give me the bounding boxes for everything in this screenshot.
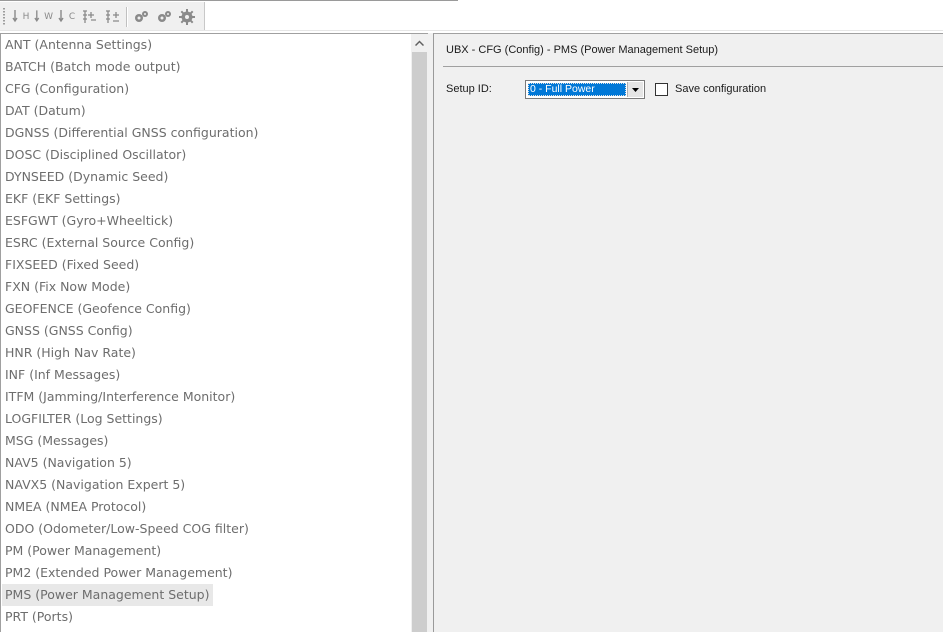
- list-item[interactable]: PM2 (Extended Power Management): [2, 562, 236, 584]
- gear-icon[interactable]: [177, 7, 197, 27]
- list-item[interactable]: GEOFENCE (Geofence Config): [2, 298, 195, 320]
- list-item[interactable]: LOGFILTER (Log Settings): [2, 408, 167, 430]
- list-item[interactable]: DAT (Datum): [2, 100, 90, 122]
- list-item[interactable]: NAV5 (Navigation 5): [2, 452, 136, 474]
- list-item[interactable]: FIXSEED (Fixed Seed): [2, 254, 143, 276]
- toolbar-divider: [0, 30, 943, 31]
- poll-c-label: C: [68, 12, 76, 22]
- list-item[interactable]: FXN (Fix Now Mode): [2, 276, 134, 298]
- poll-c-icon[interactable]: C: [56, 7, 76, 27]
- list-item[interactable]: DOSC (Disciplined Oscillator): [2, 144, 190, 166]
- list-item[interactable]: ANT (Antenna Settings): [2, 34, 156, 56]
- poll-h-icon[interactable]: H: [10, 7, 30, 27]
- list-item[interactable]: ESRC (External Source Config): [2, 232, 198, 254]
- chevron-down-icon[interactable]: [627, 82, 643, 97]
- toolbar: H W C: [0, 2, 205, 30]
- scroll-up-arrow-icon[interactable]: [411, 34, 428, 51]
- list-item[interactable]: DYNSEED (Dynamic Seed): [2, 166, 172, 188]
- list-item[interactable]: NMEA (NMEA Protocol): [2, 496, 150, 518]
- config-panel: UBX - CFG (Config) - PMS (Power Manageme…: [433, 33, 943, 632]
- setup-id-label: Setup ID:: [446, 83, 492, 95]
- message-tree-plus-icon[interactable]: [79, 7, 99, 27]
- save-configuration-label[interactable]: Save configuration: [675, 83, 766, 95]
- list-item[interactable]: CFG (Configuration): [2, 78, 133, 100]
- scroll-thumb[interactable]: [412, 52, 427, 632]
- list-item[interactable]: PRT (Ports): [2, 606, 77, 628]
- list-item[interactable]: DGNSS (Differential GNSS configuration): [2, 122, 262, 144]
- list-item[interactable]: HNR (High Nav Rate): [2, 342, 140, 364]
- list-item[interactable]: PMS (Power Management Setup): [2, 584, 214, 606]
- list-item[interactable]: NAVX5 (Navigation Expert 5): [2, 474, 189, 496]
- poll-h-label: H: [22, 12, 30, 22]
- poll-w-label: W: [44, 12, 53, 22]
- toolbar-separator: [126, 7, 128, 27]
- window-top-border: [0, 0, 458, 1]
- message-list[interactable]: ANT (Antenna Settings) BATCH (Batch mode …: [0, 33, 428, 632]
- vertical-scrollbar[interactable]: [411, 34, 428, 632]
- list-item[interactable]: PM (Power Management): [2, 540, 165, 562]
- list-item[interactable]: ESFGWT (Gyro+Wheeltick): [2, 210, 177, 232]
- list-item[interactable]: BATCH (Batch mode output): [2, 56, 184, 78]
- settings-gears-icon[interactable]: [131, 7, 151, 27]
- list-item[interactable]: MSG (Messages): [2, 430, 112, 452]
- list-item[interactable]: ITFM (Jamming/Interference Monitor): [2, 386, 239, 408]
- message-tree-icon[interactable]: [102, 7, 122, 27]
- settings-gears-alt-icon[interactable]: [154, 7, 174, 27]
- list-item[interactable]: EKF (EKF Settings): [2, 188, 125, 210]
- toolbar-grip[interactable]: [3, 8, 5, 26]
- title-divider: [443, 66, 943, 67]
- setup-id-value: 0 - Full Power: [528, 83, 626, 96]
- setup-id-select[interactable]: 0 - Full Power: [525, 80, 645, 99]
- panel-title: UBX - CFG (Config) - PMS (Power Manageme…: [446, 44, 719, 56]
- poll-w-icon[interactable]: W: [33, 7, 53, 27]
- list-item[interactable]: ODO (Odometer/Low-Speed COG filter): [2, 518, 253, 540]
- list-item[interactable]: GNSS (GNSS Config): [2, 320, 137, 342]
- save-configuration-checkbox[interactable]: [655, 83, 668, 96]
- list-item[interactable]: INF (Inf Messages): [2, 364, 124, 386]
